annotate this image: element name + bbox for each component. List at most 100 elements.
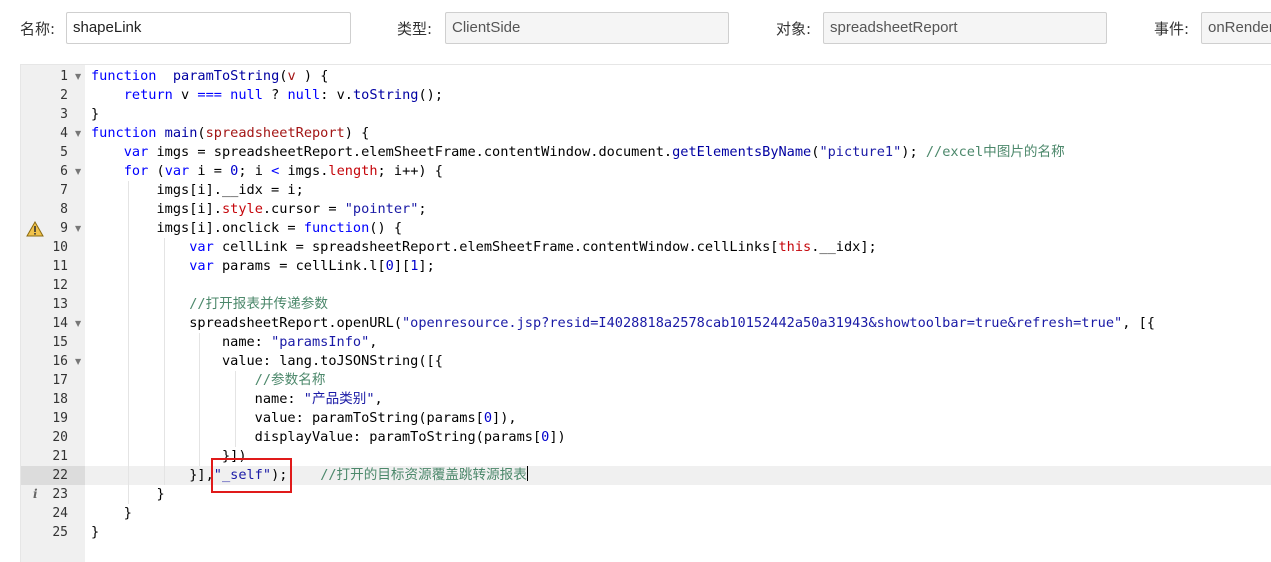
fold-arrow-icon[interactable]: ▼ (75, 219, 81, 238)
line-number: 25 (52, 525, 68, 540)
gutter-cell: 15 (21, 333, 85, 352)
code-text[interactable]: value: paramToString(params[0]), (91, 409, 517, 428)
code-text[interactable]: //参数名称 (91, 371, 326, 390)
code-line[interactable]: 24 } (21, 504, 1271, 523)
code-text[interactable]: } (91, 105, 99, 124)
code-text[interactable]: imgs[i].style.cursor = "pointer"; (91, 200, 426, 219)
gutter-cell: 14 ▼ (21, 314, 85, 333)
gutter-cell: 4 ▼ (21, 124, 85, 143)
code-line[interactable]: 11 var params = cellLink.l[0][1]; (21, 257, 1271, 276)
line-number: 6 (60, 164, 68, 179)
gutter-cell: 9 ▼ (21, 219, 85, 238)
line-number: 13 (52, 297, 68, 312)
code-line[interactable]: 14 ▼ spreadsheetReport.openURL("openresou… (21, 314, 1271, 333)
code-editor[interactable]: 1 ▼ function paramToString(v ) {2 return v… (20, 64, 1271, 562)
event-input[interactable]: onRender (1201, 12, 1271, 44)
line-number: 20 (52, 430, 68, 445)
code-text[interactable]: }]) (91, 447, 247, 466)
code-line[interactable]: 21 }]) (21, 447, 1271, 466)
gutter-cell: 6 ▼ (21, 162, 85, 181)
fold-arrow-icon[interactable]: ▼ (75, 67, 81, 86)
code-line[interactable]: 5 var imgs = spreadsheetReport.elemSheet… (21, 143, 1271, 162)
code-text[interactable]: name: "产品类别", (91, 390, 383, 409)
line-number: 3 (60, 107, 68, 122)
gutter-cell: 18 (21, 390, 85, 409)
line-number: 8 (60, 202, 68, 217)
indent-guide (127, 276, 129, 295)
code-line[interactable]: 3} (21, 105, 1271, 124)
code-line[interactable]: 19 value: paramToString(params[0]), (21, 409, 1271, 428)
code-text[interactable]: } (91, 485, 164, 504)
name-input[interactable]: shapeLink (66, 12, 351, 44)
code-text[interactable]: } (91, 523, 99, 542)
code-line[interactable]: 17 //参数名称 (21, 371, 1271, 390)
code-text[interactable]: var params = cellLink.l[0][1]; (91, 257, 435, 276)
gutter-cell: 8 (21, 200, 85, 219)
indent-guide (163, 276, 165, 295)
gutter-cell: 12 (21, 276, 85, 295)
gutter-cell: 10 (21, 238, 85, 257)
code-line[interactable]: 9 ▼ imgs[i].onclick = function() { (21, 219, 1271, 238)
code-text[interactable]: function paramToString(v ) { (91, 67, 328, 86)
line-number: 14 (52, 316, 68, 331)
code-line[interactable]: 25} (21, 523, 1271, 542)
code-line[interactable]: 4 ▼ function main(spreadsheetReport) { (21, 124, 1271, 143)
line-number: 10 (52, 240, 68, 255)
code-text[interactable]: //打开报表并传递参数 (91, 295, 328, 314)
gutter-cell: 3 (21, 105, 85, 124)
gutter-cell: 11 (21, 257, 85, 276)
line-number: 16 (52, 354, 68, 369)
code-text[interactable]: value: lang.toJSONString([{ (91, 352, 443, 371)
code-line[interactable]: 16 ▼ value: lang.toJSONString([{ (21, 352, 1271, 371)
line-number: 2 (60, 88, 68, 103)
fold-arrow-icon[interactable]: ▼ (75, 124, 81, 143)
line-number: 21 (52, 449, 68, 464)
warning-icon[interactable] (26, 221, 44, 237)
fold-arrow-icon[interactable]: ▼ (75, 352, 81, 371)
code-line[interactable]: 6 ▼ for (var i = 0; i < imgs.length; i++)… (21, 162, 1271, 181)
code-text[interactable]: for (var i = 0; i < imgs.length; i++) { (91, 162, 443, 181)
code-text[interactable]: }],"_self"); //打开的目标资源覆盖跳转源报表 (91, 466, 528, 485)
code-line[interactable]: 15 name: "paramsInfo", (21, 333, 1271, 352)
gutter-cell: 2 (21, 86, 85, 105)
gutter-cell: 25 (21, 523, 85, 542)
line-number: 15 (52, 335, 68, 350)
code-text[interactable]: } (91, 504, 132, 523)
type-input[interactable]: ClientSide (445, 12, 729, 44)
code-text[interactable]: imgs[i].onclick = function() { (91, 219, 402, 238)
code-text[interactable]: imgs[i].__idx = i; (91, 181, 303, 200)
code-line[interactable]: 18 name: "产品类别", (21, 390, 1271, 409)
code-line[interactable]: 8 imgs[i].style.cursor = "pointer"; (21, 200, 1271, 219)
code-line[interactable]: 7 imgs[i].__idx = i; (21, 181, 1271, 200)
code-text[interactable]: name: "paramsInfo", (91, 333, 378, 352)
line-number: 9 (60, 221, 68, 236)
code-line[interactable]: 20 displayValue: paramToString(params[0]… (21, 428, 1271, 447)
code-line[interactable]: 1 ▼ function paramToString(v ) { (21, 67, 1271, 86)
line-number: 11 (52, 259, 68, 274)
code-text[interactable]: return v === null ? null: v.toString(); (91, 86, 443, 105)
line-number: 5 (60, 145, 68, 160)
gutter-cell: 16 ▼ (21, 352, 85, 371)
code-text[interactable]: displayValue: paramToString(params[0]) (91, 428, 566, 447)
line-number: 1 (60, 69, 68, 84)
line-number: 18 (52, 392, 68, 407)
code-line[interactable]: 22 }],"_self"); //打开的目标资源覆盖跳转源报表 (21, 466, 1271, 485)
type-label: 类型: (397, 20, 433, 38)
code-text[interactable]: var cellLink = spreadsheetReport.elemShe… (91, 238, 877, 257)
line-number: 22 (52, 468, 68, 483)
code-line[interactable]: 10 var cellLink = spreadsheetReport.elem… (21, 238, 1271, 257)
gutter-cell: 21 (21, 447, 85, 466)
code-line[interactable]: 13 //打开报表并传递参数 (21, 295, 1271, 314)
object-input[interactable]: spreadsheetReport (823, 12, 1107, 44)
code-text[interactable]: function main(spreadsheetReport) { (91, 124, 369, 143)
code-line[interactable]: 23 i } (21, 485, 1271, 504)
gutter-cell: 5 (21, 143, 85, 162)
code-text[interactable]: var imgs = spreadsheetReport.elemSheetFr… (91, 143, 1065, 162)
code-text[interactable]: spreadsheetReport.openURL("openresource.… (91, 314, 1155, 333)
code-line[interactable]: 2 return v === null ? null: v.toString()… (21, 86, 1271, 105)
gutter-cell: 22 (21, 466, 85, 485)
info-icon[interactable]: i (33, 486, 38, 503)
fold-arrow-icon[interactable]: ▼ (75, 314, 81, 333)
fold-arrow-icon[interactable]: ▼ (75, 162, 81, 181)
code-line[interactable]: 12 (21, 276, 1271, 295)
